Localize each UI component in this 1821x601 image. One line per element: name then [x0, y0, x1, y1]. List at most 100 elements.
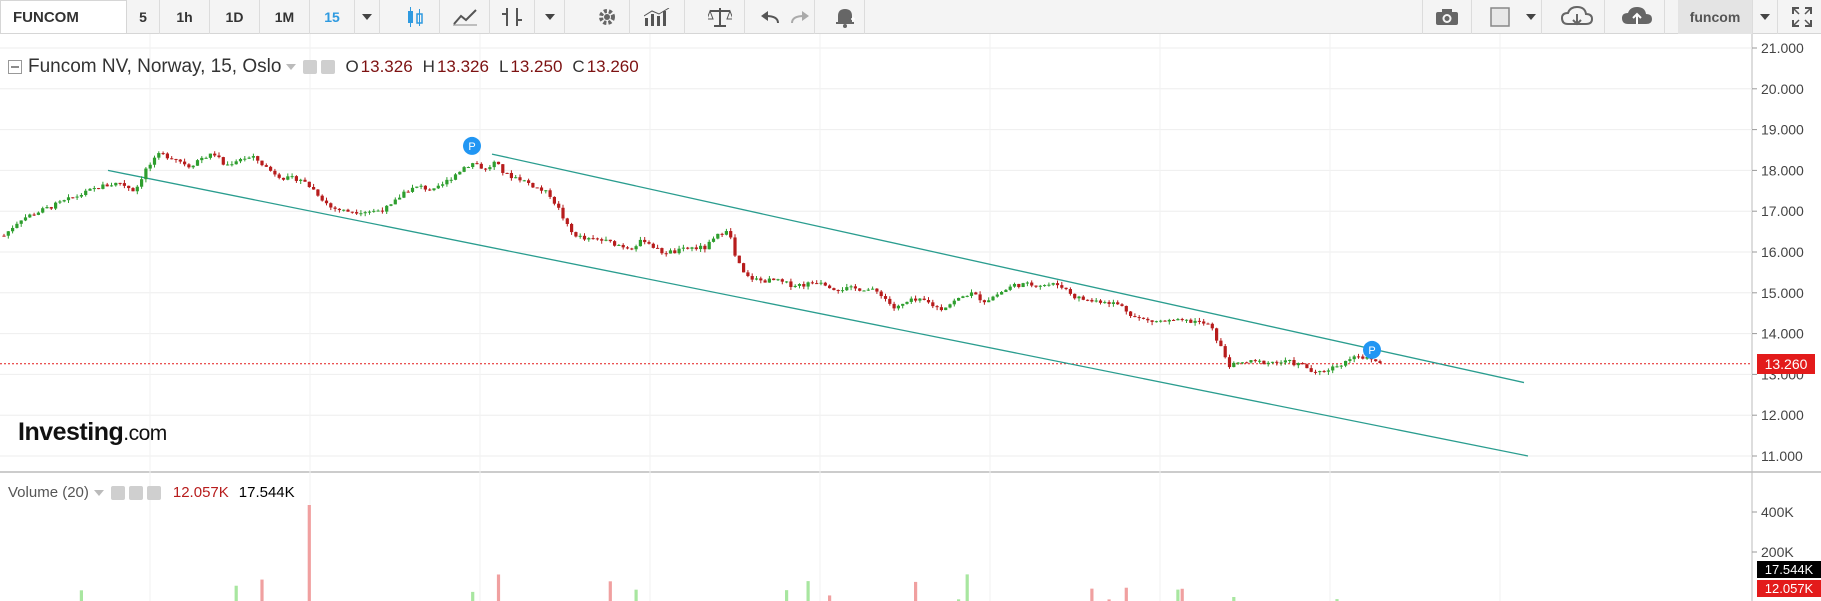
candle-body — [595, 238, 599, 240]
candle-body — [144, 168, 148, 180]
logo-brand: Investing — [18, 418, 124, 446]
candle-body — [260, 160, 264, 166]
user-dropdown-icon[interactable] — [1753, 0, 1778, 34]
compare-icon[interactable] — [630, 0, 685, 34]
camera-icon[interactable] — [1422, 0, 1472, 34]
volume-bars — [79, 505, 1339, 601]
volume-bar — [965, 574, 969, 601]
series-dropdown-icon[interactable] — [285, 63, 297, 71]
volume-bar — [471, 591, 475, 601]
volume-eye-icon[interactable] — [110, 485, 125, 500]
candle-body — [208, 153, 212, 158]
candle-body — [1081, 296, 1085, 300]
candle-body — [1047, 284, 1051, 286]
indicators-dropdown-icon[interactable] — [535, 0, 565, 34]
candle-body — [1129, 311, 1133, 317]
interval-1d[interactable]: 1D — [210, 0, 260, 34]
gear-icon[interactable] — [585, 0, 630, 34]
volume-bar — [234, 585, 238, 601]
candle-body — [922, 298, 926, 300]
candle-body — [1227, 357, 1232, 368]
fullscreen-icon[interactable] — [1782, 0, 1821, 34]
candle-body — [1043, 285, 1047, 287]
candle-body — [1348, 359, 1352, 361]
volume-dropdown-icon[interactable] — [93, 489, 105, 497]
candle-body — [161, 153, 165, 155]
interval-5[interactable]: 5 — [127, 0, 160, 34]
candle-body — [1344, 360, 1348, 366]
candle-body — [948, 304, 952, 308]
candle-body — [170, 158, 174, 160]
interval-1h[interactable]: 1h — [160, 0, 210, 34]
candle-body — [720, 233, 724, 235]
line-chart-icon[interactable] — [440, 0, 490, 34]
cloud-upload-icon[interactable] — [1610, 0, 1665, 34]
cloud-download-icon[interactable] — [1550, 0, 1605, 34]
volume-tag-last: 12.057K — [1757, 580, 1821, 597]
candle-body — [806, 282, 810, 287]
candle-body — [1258, 360, 1262, 362]
y-tick-label: 12.000 — [1761, 407, 1804, 423]
interval-15[interactable]: 15 — [310, 0, 355, 34]
redo-icon[interactable] — [785, 0, 815, 34]
candle-body — [1004, 289, 1008, 292]
candle-body — [767, 278, 771, 283]
candle-body — [105, 184, 109, 187]
layout-dropdown-icon[interactable] — [1520, 0, 1542, 34]
candle-body — [1253, 360, 1257, 362]
candle-body — [570, 223, 574, 233]
candle-body — [918, 298, 922, 301]
layout-icon[interactable] — [1480, 0, 1520, 34]
candle-body — [367, 211, 372, 213]
volume-settings-icon[interactable] — [128, 485, 143, 500]
candle-body — [1120, 304, 1124, 306]
volume-close-icon[interactable] — [146, 485, 161, 500]
candle-body — [277, 174, 281, 178]
candle-body — [49, 207, 53, 209]
candle-body — [1094, 300, 1098, 302]
candles-icon[interactable] — [390, 0, 440, 34]
candle-body — [1326, 370, 1330, 372]
candle-body — [221, 157, 225, 165]
candle-body — [982, 300, 986, 303]
candle-body — [892, 303, 896, 309]
candle-body — [62, 200, 66, 202]
interval-dropdown-icon[interactable] — [355, 0, 380, 34]
user-button[interactable]: funcom — [1678, 0, 1753, 34]
candle-body — [393, 199, 397, 205]
candle-body — [1331, 366, 1335, 371]
candle-body — [531, 182, 535, 188]
candle-body — [1309, 368, 1313, 372]
candle-body — [944, 307, 948, 311]
symbol-box[interactable]: FUNCOM — [0, 0, 127, 34]
candle-body — [441, 184, 445, 186]
candle-body — [1055, 283, 1060, 286]
candle-body — [320, 195, 324, 201]
candle-body — [1060, 285, 1064, 288]
candle-body — [191, 165, 195, 168]
candle-body — [273, 170, 277, 175]
volume-bar — [1232, 596, 1236, 601]
alert-bell-icon[interactable] — [825, 0, 865, 34]
candle-body — [346, 209, 350, 212]
collapse-icon[interactable] — [8, 60, 22, 74]
settings-mini-icon[interactable] — [321, 60, 336, 74]
candle-body — [957, 297, 961, 301]
low-value: 13.250 — [510, 57, 563, 76]
undo-icon[interactable] — [755, 0, 785, 34]
candle-body — [617, 244, 621, 246]
candle-body — [101, 184, 105, 189]
candle-body — [608, 239, 612, 242]
candle-body — [247, 157, 251, 159]
y-tick-label: 21.000 — [1761, 40, 1804, 56]
candle-body — [1137, 317, 1141, 319]
interval-1m[interactable]: 1M — [260, 0, 310, 34]
candle-body — [389, 204, 393, 206]
indicators-icon[interactable] — [490, 0, 535, 34]
candle-body — [1301, 363, 1305, 365]
marker-label: P — [1368, 345, 1375, 357]
eye-icon[interactable] — [303, 60, 318, 74]
scales-icon[interactable] — [695, 0, 745, 34]
candle-body — [15, 223, 19, 228]
price-chart[interactable]: 21.000 20.000 19.000 18.000 17.000 16.000 15.0… — [0, 34, 1821, 601]
